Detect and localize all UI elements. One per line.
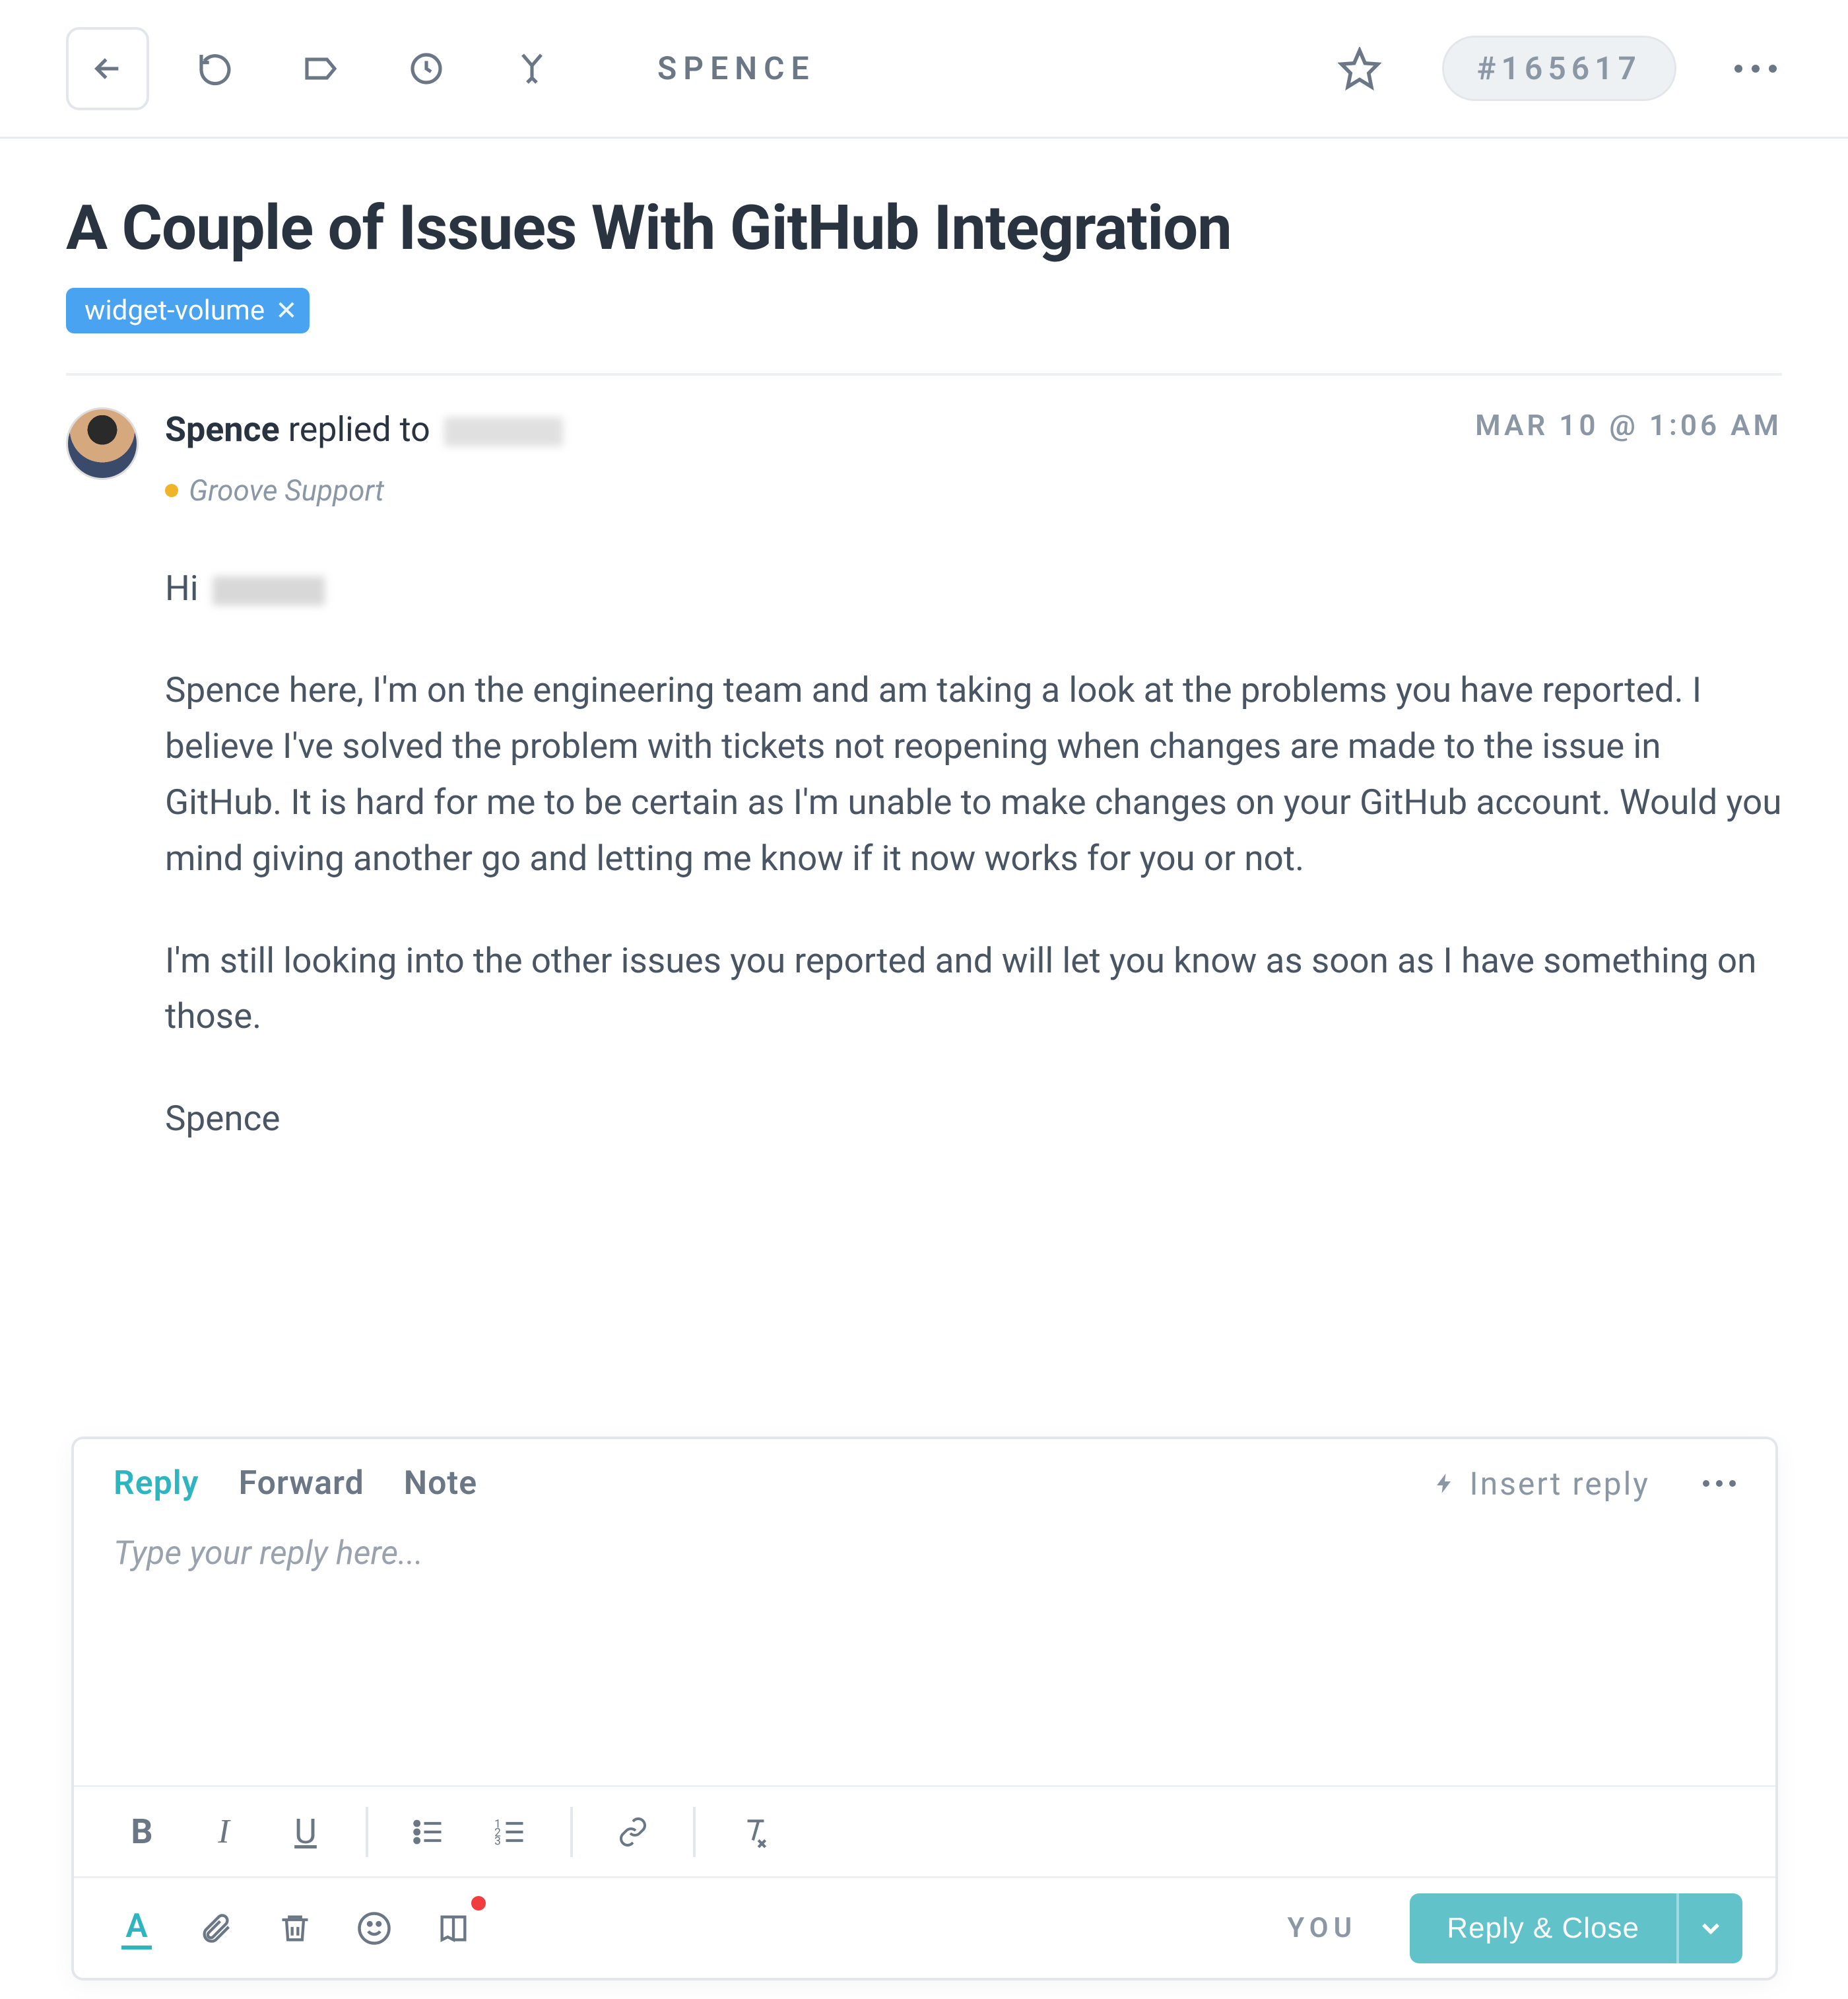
italic-icon: I	[218, 1812, 229, 1851]
reply-and-close-button[interactable]: Reply & Close	[1410, 1893, 1676, 1963]
message-timestamp: MAR 10 @ 1:06 AM	[1475, 402, 1782, 448]
sender-line: Spence replied to	[165, 402, 563, 457]
link-button[interactable]	[597, 1802, 669, 1862]
reply-composer: Reply Forward Note Insert reply Type you…	[71, 1437, 1778, 1981]
divider	[66, 373, 1782, 376]
underline-icon: U	[294, 1812, 317, 1852]
clear-format-button[interactable]	[719, 1802, 792, 1862]
bullet-list-button[interactable]	[392, 1802, 465, 1862]
format-toolbar: B I U 123	[74, 1785, 1775, 1876]
tag-icon	[302, 50, 339, 87]
mailbox-status-dot	[165, 484, 178, 497]
number-list-button[interactable]: 123	[474, 1802, 546, 1862]
ticket-id-badge[interactable]: #165617	[1442, 36, 1676, 101]
notification-badge	[471, 1896, 486, 1911]
tab-note[interactable]: Note	[404, 1464, 477, 1503]
assigned-to-short[interactable]: YOU	[1287, 1912, 1357, 1944]
attach-button[interactable]	[186, 1899, 246, 1958]
back-button[interactable]	[66, 27, 149, 110]
avatar[interactable]	[66, 407, 139, 480]
snooze-button[interactable]	[387, 29, 466, 108]
bullet-list-icon	[411, 1815, 446, 1849]
composer-tabs: Reply Forward Note Insert reply	[74, 1439, 1775, 1508]
conversation-content: A Couple of Issues With GitHub Integrati…	[0, 191, 1848, 1193]
action-text: replied to	[280, 409, 439, 450]
star-icon	[1338, 47, 1381, 90]
star-button[interactable]	[1330, 39, 1389, 98]
message: Spence replied to Groove Support MAR 10 …	[66, 402, 1782, 1193]
more-actions-button[interactable]	[1729, 65, 1782, 73]
merge-button[interactable]	[492, 29, 572, 108]
message-header: Spence replied to Groove Support MAR 10 …	[165, 402, 1782, 514]
mailbox-row: Groove Support	[165, 467, 563, 514]
smile-icon	[356, 1911, 392, 1946]
bolt-icon	[1433, 1472, 1457, 1495]
send-button-group: Reply & Close	[1410, 1893, 1742, 1963]
book-icon	[436, 1911, 471, 1946]
recipient-redacted	[444, 417, 563, 446]
tag-chip[interactable]: widget-volume ✕	[66, 288, 310, 333]
tag-label: widget-volume	[84, 294, 265, 327]
ticket-subject: A Couple of Issues With GitHub Integrati…	[66, 191, 1782, 264]
trash-icon	[278, 1911, 312, 1946]
tab-reply[interactable]: Reply	[114, 1464, 199, 1503]
conversation-toolbar: SPENCE #165617	[0, 0, 1848, 139]
sender-name: Spence	[165, 409, 280, 450]
bold-button[interactable]: B	[106, 1802, 178, 1862]
reply-placeholder: Type your reply here...	[114, 1534, 423, 1573]
message-body: Hi Spence here, I'm on the engineering t…	[165, 560, 1782, 1147]
arrow-left-icon	[89, 50, 126, 87]
composer-more-button[interactable]	[1703, 1480, 1736, 1487]
assignee-label[interactable]: SPENCE	[657, 50, 816, 87]
insert-reply-button[interactable]: Insert reply	[1433, 1465, 1650, 1503]
bold-icon: B	[131, 1812, 152, 1852]
undo-button[interactable]	[176, 29, 255, 108]
delete-button[interactable]	[265, 1899, 325, 1958]
merge-icon	[513, 50, 550, 87]
chevron-down-icon	[1696, 1914, 1725, 1943]
italic-button[interactable]: I	[187, 1802, 260, 1862]
send-dropdown-button[interactable]	[1676, 1893, 1742, 1963]
composer-action-row: A YOU Reply & Close	[74, 1876, 1775, 1978]
tab-forward[interactable]: Forward	[239, 1464, 364, 1503]
text-color-button[interactable]: A	[107, 1899, 166, 1958]
paperclip-icon	[199, 1911, 233, 1946]
emoji-button[interactable]	[345, 1899, 404, 1958]
mailbox-name: Groove Support	[189, 467, 384, 514]
clock-icon	[408, 50, 445, 87]
tag-button[interactable]	[281, 29, 360, 108]
underline-button[interactable]: U	[269, 1802, 342, 1862]
reply-textarea[interactable]: Type your reply here...	[74, 1508, 1775, 1785]
text-color-icon: A	[121, 1907, 151, 1949]
canned-replies-button[interactable]	[424, 1899, 483, 1958]
undo-icon	[197, 50, 234, 87]
svg-text:3: 3	[494, 1835, 501, 1848]
clear-format-icon	[739, 1815, 772, 1848]
link-icon	[617, 1816, 649, 1848]
number-list-icon: 123	[493, 1815, 527, 1849]
name-redacted	[213, 576, 325, 605]
tag-remove-icon[interactable]: ✕	[275, 295, 298, 326]
